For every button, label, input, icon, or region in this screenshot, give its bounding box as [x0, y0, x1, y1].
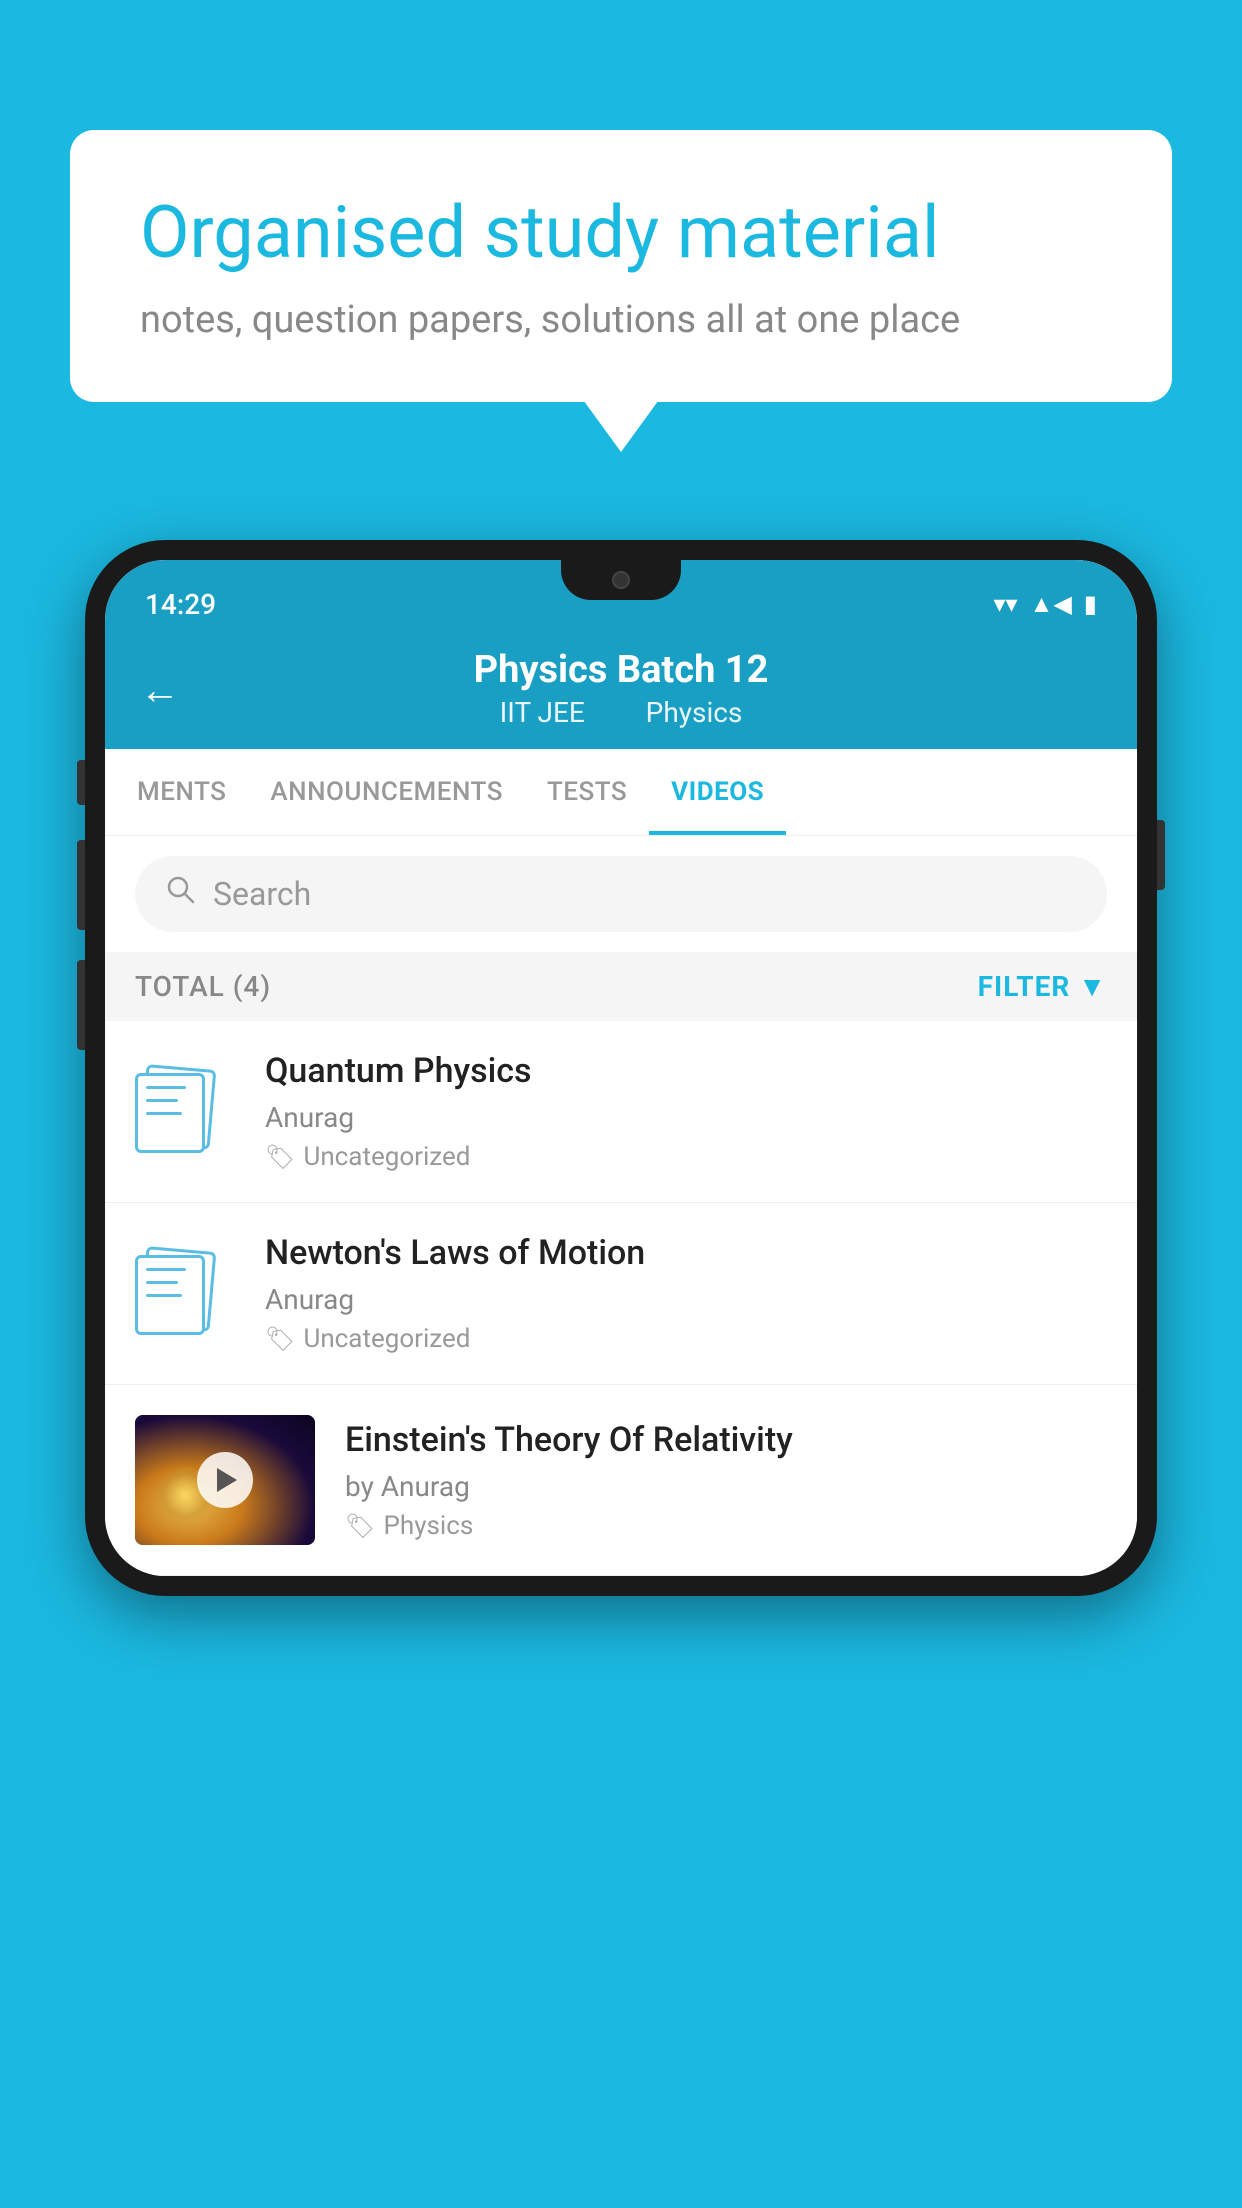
video-title: Einstein's Theory Of Relativity — [345, 1420, 1107, 1460]
search-input[interactable]: Search — [213, 875, 311, 913]
tag-icon: 🏷 — [345, 1512, 375, 1540]
video-tag: 🏷 Uncategorized — [265, 1324, 1107, 1354]
speech-bubble: Organised study material notes, question… — [70, 130, 1172, 402]
bubble-subtitle: notes, question papers, solutions all at… — [140, 298, 1102, 342]
video-tag: 🏷 Uncategorized — [265, 1142, 1107, 1172]
mute-button — [77, 760, 85, 805]
back-button[interactable]: ← — [140, 666, 180, 713]
tag-label: Uncategorized — [303, 1324, 470, 1354]
total-count: TOTAL (4) — [135, 970, 271, 1003]
header-title: Physics Batch 12 — [145, 648, 1097, 692]
speech-bubble-container: Organised study material notes, question… — [70, 130, 1172, 402]
signal-icon: ▲◀ — [1030, 590, 1072, 619]
play-triangle-icon — [217, 1468, 237, 1492]
filter-label: FILTER — [978, 970, 1071, 1003]
tag-icon: 🏷 — [265, 1143, 295, 1171]
tab-announcements[interactable]: ANNOUNCEMENTS — [248, 749, 525, 835]
volume-up-button — [77, 840, 85, 930]
subtitle-separator — [612, 696, 626, 729]
volume-down-button — [77, 960, 85, 1050]
video-info: Quantum Physics Anurag 🏷 Uncategorized — [265, 1051, 1107, 1172]
phone-screen: 14:29 ▾▾ ▲◀ ▮ ← Physics Batch 12 IIT JEE… — [105, 560, 1137, 1576]
file-stack-icon — [135, 1249, 235, 1339]
status-time: 14:29 — [145, 588, 216, 621]
tabs-bar: MENTS ANNOUNCEMENTS TESTS VIDEOS — [105, 749, 1137, 836]
tab-ments[interactable]: MENTS — [115, 749, 248, 835]
video-author: by Anurag — [345, 1470, 1107, 1503]
tag-label: Physics — [383, 1511, 473, 1541]
status-icons: ▾▾ ▲◀ ▮ — [993, 590, 1097, 619]
notch — [561, 560, 681, 600]
video-info: Newton's Laws of Motion Anurag 🏷 Uncateg… — [265, 1233, 1107, 1354]
file-icon-wrap — [135, 1244, 235, 1344]
phone-wrapper: 14:29 ▾▾ ▲◀ ▮ ← Physics Batch 12 IIT JEE… — [85, 540, 1157, 1596]
video-author: Anurag — [265, 1283, 1107, 1316]
search-container: Search — [105, 836, 1137, 952]
file-icon-wrap — [135, 1062, 235, 1162]
app-header: ← Physics Batch 12 IIT JEE Physics — [105, 630, 1137, 749]
camera-dot — [612, 571, 630, 589]
filter-funnel-icon: ▼ — [1078, 970, 1107, 1003]
tab-videos[interactable]: VIDEOS — [649, 749, 786, 835]
battery-icon: ▮ — [1084, 590, 1097, 618]
phone-outer: 14:29 ▾▾ ▲◀ ▮ ← Physics Batch 12 IIT JEE… — [85, 540, 1157, 1596]
file-stack-icon — [135, 1067, 235, 1157]
play-button[interactable] — [197, 1452, 253, 1508]
tag-icon: 🏷 — [265, 1325, 295, 1353]
list-item[interactable]: Newton's Laws of Motion Anurag 🏷 Uncateg… — [105, 1203, 1137, 1385]
bubble-title: Organised study material — [140, 190, 1102, 276]
filter-row: TOTAL (4) FILTER ▼ — [105, 952, 1137, 1021]
filter-button[interactable]: FILTER ▼ — [978, 970, 1107, 1003]
video-author: Anurag — [265, 1101, 1107, 1134]
video-tag: 🏷 Physics — [345, 1511, 1107, 1541]
subtitle-iitjee: IIT JEE — [500, 696, 585, 729]
video-title: Newton's Laws of Motion — [265, 1233, 1107, 1273]
video-thumbnail — [135, 1415, 315, 1545]
list-item[interactable]: Einstein's Theory Of Relativity by Anura… — [105, 1385, 1137, 1576]
video-title: Quantum Physics — [265, 1051, 1107, 1091]
search-input-wrap[interactable]: Search — [135, 856, 1107, 932]
tag-label: Uncategorized — [303, 1142, 470, 1172]
list-item[interactable]: Quantum Physics Anurag 🏷 Uncategorized — [105, 1021, 1137, 1203]
subtitle-physics: Physics — [646, 696, 743, 729]
header-subtitle: IIT JEE Physics — [145, 696, 1097, 729]
search-icon — [165, 874, 197, 914]
video-info: Einstein's Theory Of Relativity by Anura… — [345, 1420, 1107, 1541]
tab-tests[interactable]: TESTS — [525, 749, 649, 835]
wifi-icon: ▾▾ — [993, 590, 1017, 618]
video-list: Quantum Physics Anurag 🏷 Uncategorized — [105, 1021, 1137, 1576]
status-bar: 14:29 ▾▾ ▲◀ ▮ — [105, 560, 1137, 630]
power-button — [1157, 820, 1165, 890]
